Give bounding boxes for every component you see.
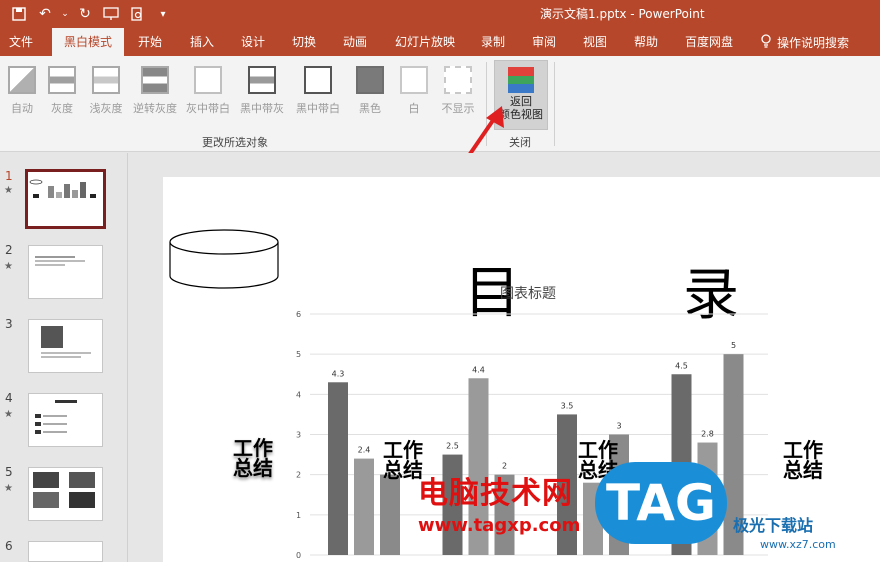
title-bar: ↶ ⌄ ↻ ▾ 演示文稿1.pptx - PowerPoint xyxy=(0,0,880,28)
chart-bar[interactable] xyxy=(380,474,400,555)
auto-button[interactable]: 自动 xyxy=(0,64,44,120)
tab-review[interactable]: 审阅 xyxy=(524,28,564,56)
cylinder-shape[interactable] xyxy=(168,228,280,292)
grayscale-icon xyxy=(48,66,76,94)
present-icon[interactable] xyxy=(100,3,122,25)
slide-number: 4 xyxy=(5,391,13,405)
gray-with-white-fill-icon xyxy=(194,66,222,94)
tab-help[interactable]: 帮助 xyxy=(626,28,666,56)
auto-icon xyxy=(8,66,36,94)
slide-number: 5 xyxy=(5,465,13,479)
slide-thumbnail[interactable] xyxy=(28,467,103,521)
data-label: 2.8 xyxy=(701,430,714,439)
black-fill-icon xyxy=(356,66,384,94)
grayscale-button[interactable]: 灰度 xyxy=(40,64,84,120)
undo-icon[interactable]: ↶ xyxy=(34,3,56,25)
slide-thumbnail[interactable] xyxy=(28,393,103,447)
data-label: 5 xyxy=(731,341,736,350)
tab-record[interactable]: 录制 xyxy=(473,28,513,56)
group-divider xyxy=(554,62,555,146)
dont-show-icon xyxy=(444,66,472,94)
work-summary-text[interactable]: 工作 总结 xyxy=(783,440,823,480)
undo-dropdown-icon[interactable]: ⌄ xyxy=(60,3,70,25)
slide-thumbnail[interactable] xyxy=(28,541,103,562)
y-tick-label: 1 xyxy=(296,511,301,520)
black-button[interactable]: 黑色 xyxy=(348,64,392,120)
animation-star-icon: ★ xyxy=(4,483,13,494)
tab-design[interactable]: 设计 xyxy=(233,28,273,56)
slide-number: 1 xyxy=(5,169,13,183)
white-fill-icon xyxy=(400,66,428,94)
y-tick-label: 5 xyxy=(296,350,301,359)
y-tick-label: 0 xyxy=(296,551,301,560)
slide-number: 2 xyxy=(5,243,13,257)
data-label: 2.5 xyxy=(446,442,459,451)
tell-me-label: 操作说明搜索 xyxy=(777,35,850,50)
tab-slideshow[interactable]: 幻灯片放映 xyxy=(388,28,462,56)
inverse-grayscale-icon xyxy=(141,66,169,94)
tell-me-search[interactable]: 操作说明搜索 xyxy=(760,28,849,56)
slide-thumbnail[interactable] xyxy=(28,319,103,373)
data-label: 4.5 xyxy=(675,361,688,370)
quick-access-toolbar: ↶ ⌄ ↻ ▾ xyxy=(8,3,174,25)
color-view-icon xyxy=(508,67,534,93)
tab-view[interactable]: 视图 xyxy=(575,28,615,56)
lightbulb-icon xyxy=(760,33,772,51)
black-with-gray-fill-button[interactable]: 黑中带灰 xyxy=(240,64,284,120)
watermark-site-name: 极光下载站 xyxy=(733,516,814,535)
work-summary-text[interactable]: 工作 总结 xyxy=(233,438,273,478)
watermark-site-url: www.xz7.com xyxy=(760,538,836,551)
slide-thumbnail[interactable] xyxy=(25,169,106,229)
white-button[interactable]: 白 xyxy=(392,64,436,120)
slide-thumbnail-pane: 1 ★ 2 ★ 3 4 ★ 5 ★ 6 xyxy=(0,153,126,562)
ribbon-tabs: 文件 黑白模式 开始 插入 设计 切换 动画 幻灯片放映 录制 审阅 视图 帮助… xyxy=(0,28,880,56)
animation-star-icon: ★ xyxy=(4,409,13,420)
work-summary-text[interactable]: 工作 总结 xyxy=(383,440,423,480)
data-label: 3 xyxy=(616,422,621,431)
watermark-tag-logo: TAG xyxy=(595,462,727,544)
data-label: 2.4 xyxy=(358,446,371,455)
inverse-grayscale-button[interactable]: 逆转灰度 xyxy=(132,64,178,120)
chart-title[interactable]: 图表标题 xyxy=(500,283,556,303)
tab-file[interactable]: 文件 xyxy=(0,28,42,56)
tab-transitions[interactable]: 切换 xyxy=(284,28,324,56)
customize-qat-icon[interactable]: ▾ xyxy=(152,3,174,25)
animation-star-icon: ★ xyxy=(4,185,13,196)
black-with-gray-fill-icon xyxy=(248,66,276,94)
change-selected-group-label: 更改所选对象 xyxy=(202,136,268,149)
light-grayscale-button[interactable]: 浅灰度 xyxy=(84,64,128,120)
gray-with-white-fill-button[interactable]: 灰中带白 xyxy=(186,64,230,120)
tab-baidu-netdisk[interactable]: 百度网盘 xyxy=(680,28,738,56)
tab-insert[interactable]: 插入 xyxy=(182,28,222,56)
black-with-white-fill-icon xyxy=(304,66,332,94)
slide-number: 3 xyxy=(5,317,13,331)
data-label: 4.3 xyxy=(332,369,345,378)
tab-home[interactable]: 开始 xyxy=(130,28,170,56)
data-label: 4.4 xyxy=(472,365,485,374)
y-tick-label: 4 xyxy=(296,390,301,399)
window-title: 演示文稿1.pptx - PowerPoint xyxy=(540,7,705,21)
preview-icon[interactable] xyxy=(126,3,148,25)
chart-bar[interactable] xyxy=(328,382,348,555)
save-icon[interactable] xyxy=(8,3,30,25)
light-grayscale-icon xyxy=(92,66,120,94)
chart-bar[interactable] xyxy=(354,458,374,555)
close-group-label: 关闭 xyxy=(509,136,531,149)
y-tick-label: 2 xyxy=(296,471,301,480)
tab-animations[interactable]: 动画 xyxy=(335,28,375,56)
y-tick-label: 6 xyxy=(296,310,301,319)
slide-thumbnail[interactable] xyxy=(28,245,103,299)
redo-icon[interactable]: ↻ xyxy=(74,3,96,25)
y-tick-label: 3 xyxy=(296,431,301,440)
tab-black-white-mode[interactable]: 黑白模式 xyxy=(52,28,124,56)
data-label: 3.5 xyxy=(561,401,574,410)
slide-number: 6 xyxy=(5,539,13,553)
animation-star-icon: ★ xyxy=(4,261,13,272)
watermark-brand: 电脑技术网 xyxy=(418,476,573,511)
black-with-white-fill-button[interactable]: 黑中带白 xyxy=(296,64,340,120)
watermark-url: www.tagxp.com xyxy=(418,515,581,536)
